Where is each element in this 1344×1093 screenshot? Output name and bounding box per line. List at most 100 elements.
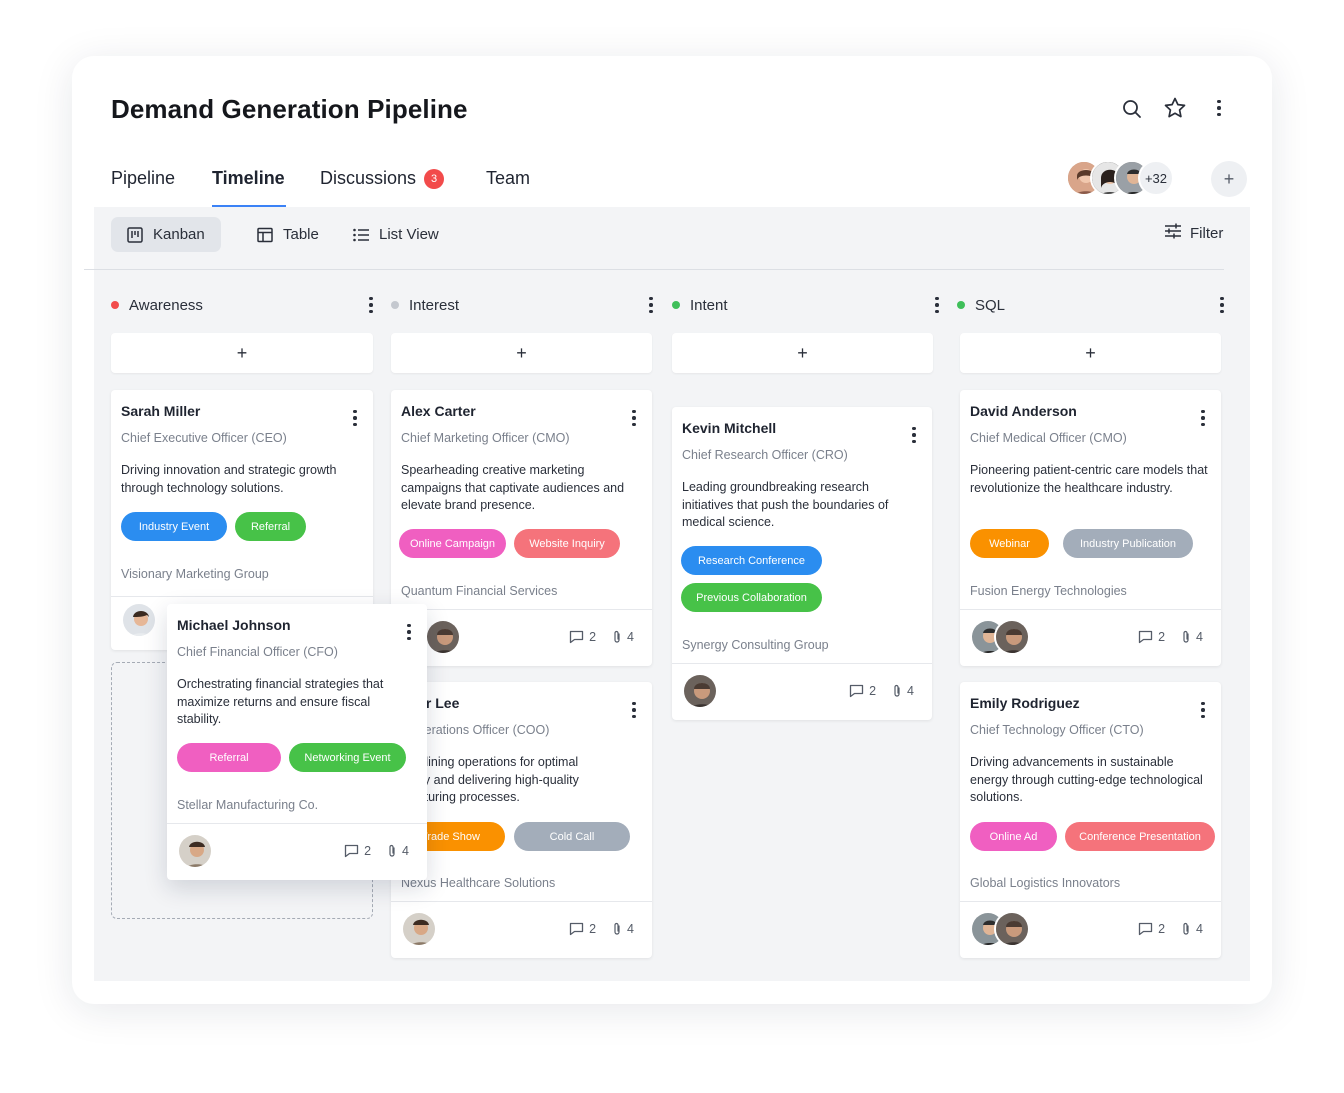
source-tag[interactable]: Conference Presentation [1065, 822, 1215, 851]
card-divider [111, 596, 373, 597]
source-tag[interactable]: Industry Event [121, 512, 227, 541]
lead-card-jennifer-lee[interactable]: nifer Lee f Operations Officer (COO) eam… [391, 682, 652, 958]
add-card-button[interactable]: + [672, 333, 933, 373]
column-menu-icon[interactable] [641, 293, 661, 317]
column-menu-icon[interactable] [361, 293, 381, 317]
card-menu-icon[interactable] [399, 620, 419, 644]
lead-role: Chief Technology Officer (CTO) [970, 723, 1144, 737]
source-tag[interactable]: Referral [177, 743, 281, 772]
comments-count[interactable]: 2 [569, 630, 596, 644]
tab-pipeline[interactable]: Pipeline [111, 168, 175, 189]
lead-description: Driving advancements in sustainable ener… [970, 755, 1203, 804]
card-menu-icon[interactable] [624, 698, 644, 722]
status-dot [111, 301, 119, 309]
source-tag[interactable]: Research Conference [681, 546, 822, 575]
card-menu-icon[interactable] [1193, 406, 1213, 430]
add-card-button[interactable]: + [391, 333, 652, 373]
source-tag[interactable]: Online Ad [970, 822, 1057, 851]
view-list-button[interactable]: List View [337, 217, 455, 252]
source-tag[interactable]: Networking Event [289, 743, 406, 772]
lead-description: Pioneering patient-centric care models t… [970, 463, 1208, 495]
comments-count[interactable]: 2 [1138, 922, 1165, 936]
add-member-button[interactable]: + [1211, 161, 1247, 197]
attachments-count[interactable]: 4 [612, 630, 634, 644]
lead-card-kevin-mitchell[interactable]: Kevin Mitchell Chief Research Officer (C… [672, 407, 932, 720]
source-tag[interactable]: Cold Call [514, 822, 630, 851]
card-menu-icon[interactable] [1193, 698, 1213, 722]
company-name: Fusion Energy Technologies [970, 584, 1127, 598]
attachments-count[interactable]: 4 [1181, 922, 1203, 936]
star-icon[interactable] [1161, 94, 1189, 122]
lead-role: Chief Medical Officer (CMO) [970, 431, 1127, 445]
tab-timeline[interactable]: Timeline [212, 168, 285, 189]
lead-role: Chief Marketing Officer (CMO) [401, 431, 570, 445]
view-kanban-label: Kanban [153, 226, 205, 243]
status-dot [391, 301, 399, 309]
card-divider [391, 609, 652, 610]
company-name: Global Logistics Innovators [970, 876, 1121, 890]
attachments-count[interactable]: 4 [892, 684, 914, 698]
card-divider [960, 609, 1221, 610]
more-options-icon[interactable] [1209, 96, 1229, 120]
comments-count[interactable]: 2 [344, 844, 371, 858]
kanban-icon [127, 226, 143, 243]
source-tag[interactable]: Previous Collaboration [681, 583, 822, 612]
column-title: SQL [975, 296, 1006, 314]
lead-description: Orchestrating financial strategies that … [177, 677, 384, 726]
tab-team[interactable]: Team [486, 168, 530, 189]
avatar [994, 911, 1030, 947]
card-divider [167, 823, 427, 824]
source-tag[interactable]: Referral [235, 512, 306, 541]
filter-button[interactable]: Filter [1164, 220, 1223, 246]
attachments-count[interactable]: 4 [1181, 630, 1203, 644]
paperclip-icon [1183, 922, 1189, 935]
comments-count[interactable]: 2 [569, 922, 596, 936]
lead-card-michael-johnson[interactable]: Michael Johnson Chief Financial Officer … [167, 604, 427, 880]
column-header-interest: Interest [391, 293, 459, 317]
lead-name: David Anderson [970, 403, 1077, 419]
card-stats: 2 4 [569, 922, 634, 936]
attachments-count[interactable]: 4 [612, 922, 634, 936]
lead-description: eamlining operations for optimal iency a… [401, 755, 579, 804]
add-card-button[interactable]: + [960, 333, 1221, 373]
lead-description: Driving innovation and strategic growth … [121, 463, 337, 495]
source-tag[interactable]: Webinar [970, 529, 1049, 558]
comment-icon [569, 630, 584, 644]
card-menu-icon[interactable] [904, 423, 924, 447]
paperclip-icon [614, 922, 620, 935]
source-tag[interactable]: Industry Publication [1063, 529, 1193, 558]
view-table-button[interactable]: Table [241, 217, 335, 252]
company-name: Stellar Manufacturing Co. [177, 798, 319, 812]
lead-card-emily-rodriguez[interactable]: Emily Rodriguez Chief Technology Officer… [960, 682, 1221, 958]
lead-description: Spearheading creative marketing campaign… [401, 463, 625, 512]
more-members-count[interactable]: +32 [1138, 160, 1174, 196]
company-name: Visionary Marketing Group [121, 567, 269, 581]
source-tag[interactable]: Website Inquiry [514, 529, 620, 558]
search-icon[interactable] [1118, 95, 1146, 123]
source-tag[interactable]: Online Campaign [399, 529, 506, 558]
attachments-count[interactable]: 4 [387, 844, 409, 858]
card-stats: 2 4 [1138, 922, 1203, 936]
column-header-awareness: Awareness [111, 293, 203, 317]
avatar [121, 602, 157, 638]
card-divider [960, 901, 1221, 902]
column-header-sql: SQL [957, 293, 1005, 317]
lead-card-david-anderson[interactable]: David Anderson Chief Medical Officer (CM… [960, 390, 1221, 666]
card-menu-icon[interactable] [345, 406, 365, 430]
comments-count[interactable]: 2 [849, 684, 876, 698]
avatar [177, 833, 213, 869]
comments-count[interactable]: 2 [1138, 630, 1165, 644]
company-name: Synergy Consulting Group [682, 638, 829, 652]
paperclip-icon [389, 844, 395, 857]
comment-icon [1138, 922, 1153, 936]
avatar [994, 619, 1030, 655]
lead-card-alex-carter[interactable]: Alex Carter Chief Marketing Officer (CMO… [391, 390, 652, 666]
card-menu-icon[interactable] [624, 406, 644, 430]
add-card-button[interactable]: + [111, 333, 373, 373]
tab-discussions[interactable]: Discussions 3 [320, 168, 445, 189]
view-kanban-button[interactable]: Kanban [111, 217, 221, 252]
card-stats: 2 4 [1138, 630, 1203, 644]
avatar [401, 911, 437, 947]
column-menu-icon[interactable] [927, 293, 947, 317]
column-menu-icon[interactable] [1212, 293, 1232, 317]
